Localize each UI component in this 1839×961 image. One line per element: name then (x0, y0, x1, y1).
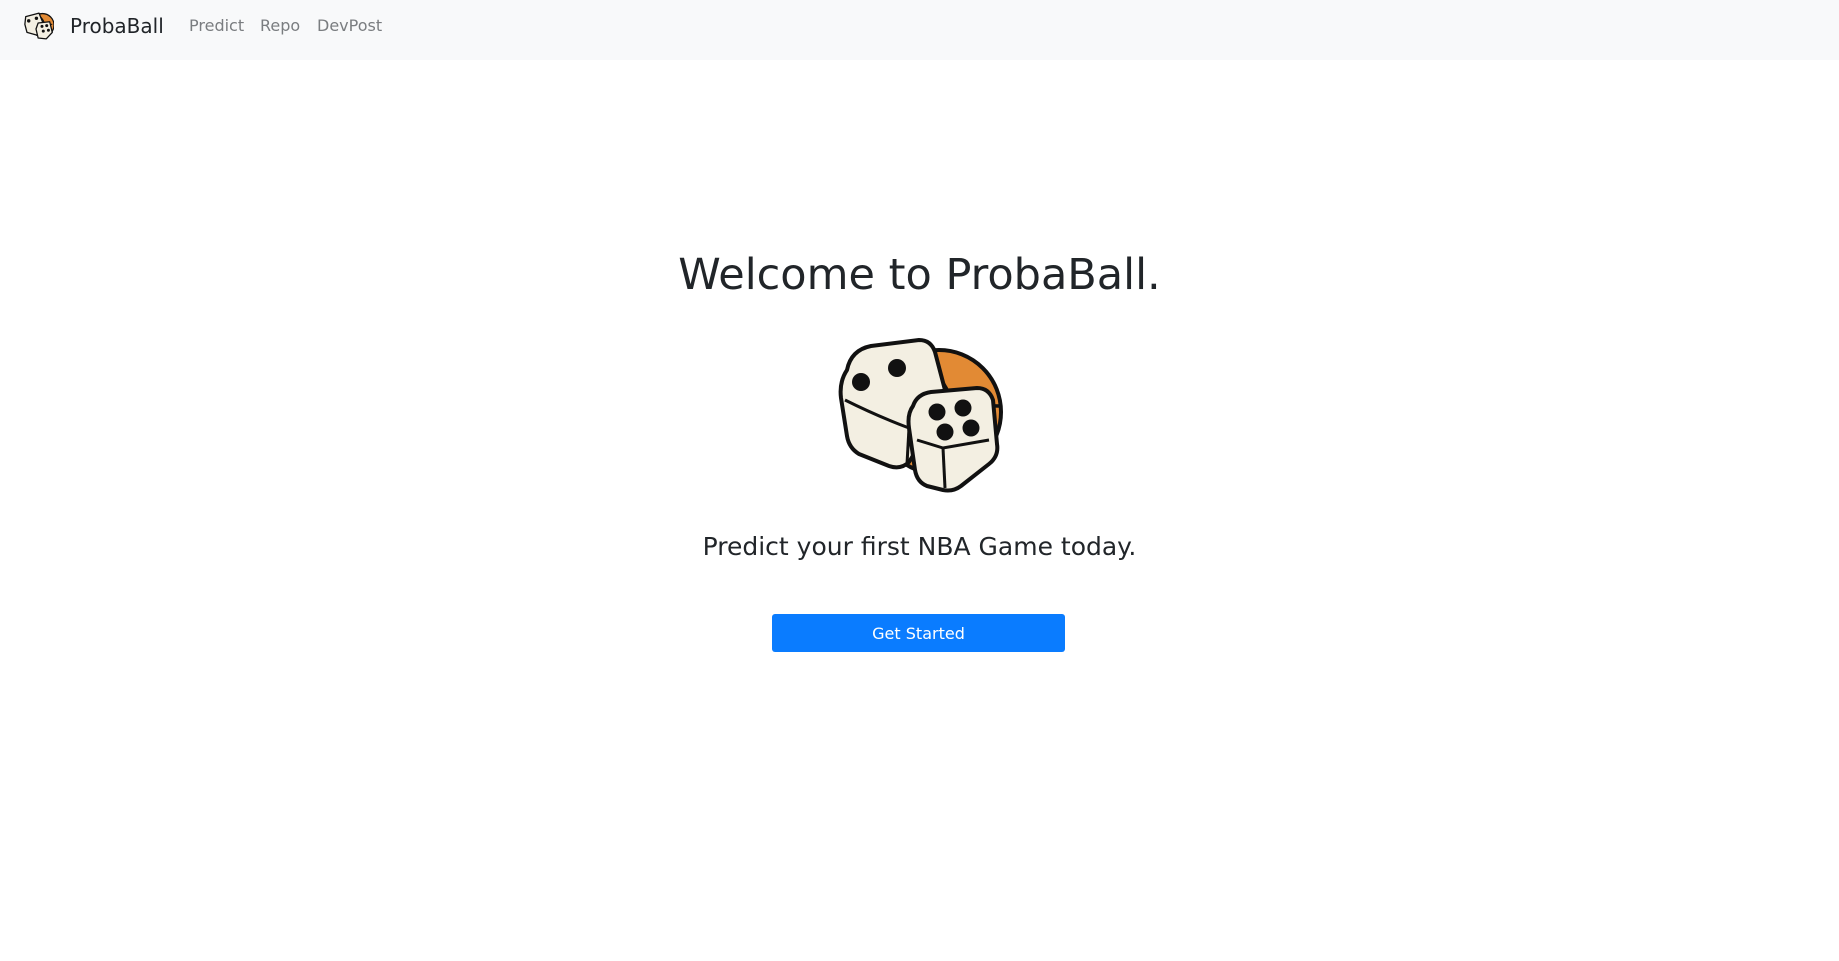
nav-link-repo[interactable]: Repo (260, 15, 300, 37)
brand-name[interactable]: ProbaBall (70, 12, 164, 40)
hero-title: Welcome to ProbaBall. (678, 250, 1161, 300)
get-started-button[interactable]: Get Started (772, 614, 1065, 652)
nav-link-devpost[interactable]: DevPost (317, 15, 382, 37)
hero-subtitle: Predict your first NBA Game today. (702, 532, 1137, 561)
nav-link-predict[interactable]: Predict (189, 15, 244, 37)
brand-logo-icon[interactable] (24, 11, 55, 41)
top-navbar: ProbaBall Predict Repo DevPost (0, 0, 1839, 60)
dice-basketball-icon (837, 336, 1003, 494)
